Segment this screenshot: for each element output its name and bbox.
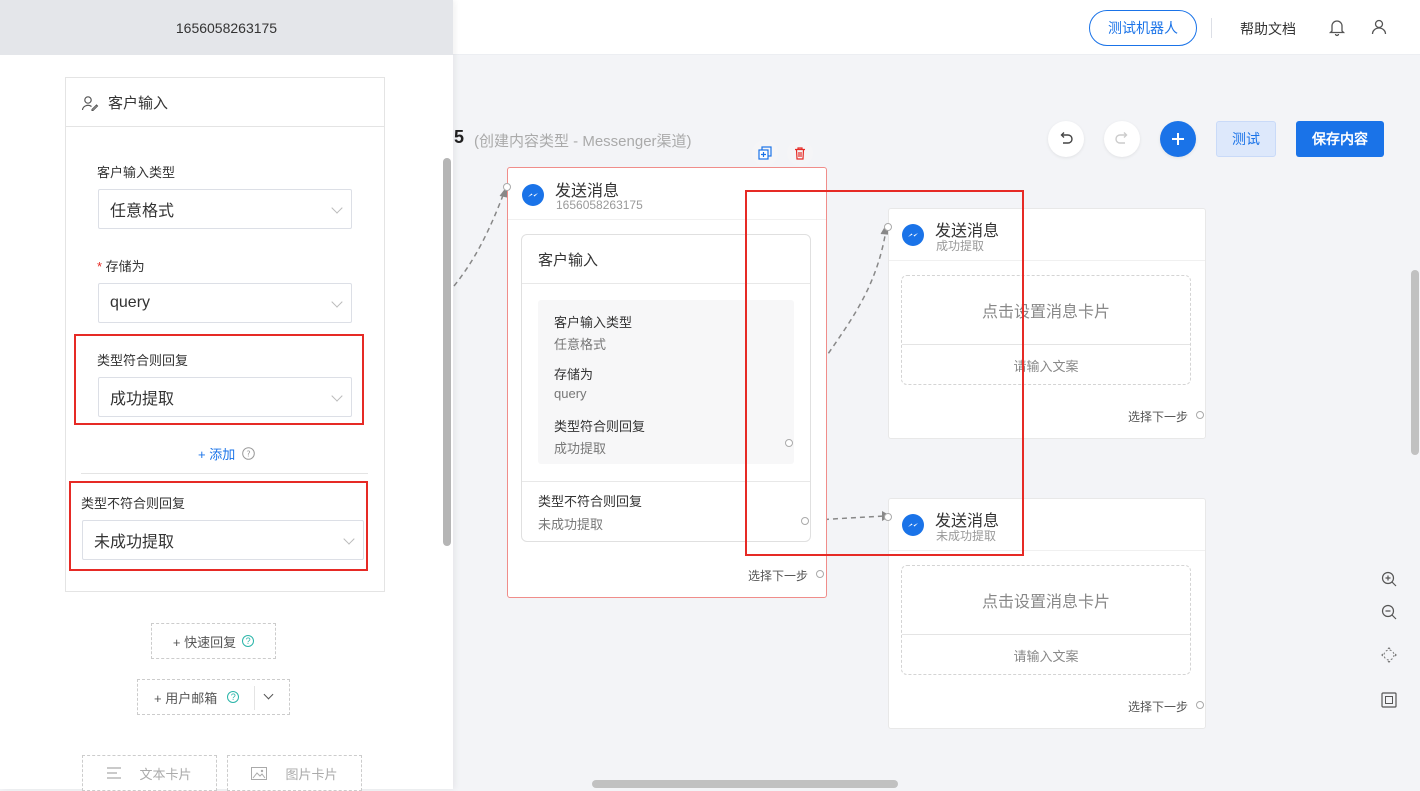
fit-screen-icon <box>1381 692 1397 708</box>
next-step-port[interactable] <box>1196 411 1204 419</box>
help-icon: ? <box>242 447 256 460</box>
plus-icon <box>1172 133 1184 145</box>
copy-node-button[interactable] <box>752 140 778 166</box>
next-step-label[interactable]: 选择下一步 <box>1128 408 1188 425</box>
next-step-port[interactable] <box>816 570 824 578</box>
message-card-slot[interactable]: 点击设置消息卡片 请输入文案 <box>901 565 1191 675</box>
card-header: 客户输入 <box>66 78 384 127</box>
messenger-icon <box>522 184 544 206</box>
redo-icon <box>1115 132 1128 144</box>
image-card-button[interactable]: 图片卡片 <box>227 755 362 791</box>
input-type-select[interactable]: 任意格式 <box>98 189 352 229</box>
next-step-label[interactable]: 选择下一步 <box>748 567 808 584</box>
input-port[interactable] <box>503 183 511 191</box>
zoom-in-button[interactable] <box>1380 570 1398 591</box>
bell-icon[interactable] <box>1327 17 1347 37</box>
store-as-label: * 存储为 <box>97 259 145 274</box>
panel-header-id: 1656058263175 <box>0 0 453 55</box>
undo-icon <box>1060 132 1073 144</box>
summary-type-value: 任意格式 <box>554 337 607 352</box>
store-as-select[interactable]: query <box>98 283 352 323</box>
summary-nomatch-value: 未成功提取 <box>538 517 604 532</box>
summary-match-value: 成功提取 <box>554 441 607 456</box>
help-icon: ? <box>242 635 255 647</box>
summary-nomatch-label: 类型不符合则回复 <box>538 494 643 509</box>
text-card-button[interactable]: 文本卡片 <box>82 755 217 791</box>
canvas-horizontal-scrollbar[interactable] <box>592 780 898 788</box>
highlight-box <box>74 334 364 425</box>
user-input-icon <box>81 96 99 112</box>
fit-screen-button[interactable] <box>1380 691 1398 712</box>
redo-button[interactable] <box>1104 121 1140 157</box>
add-reply-button[interactable]: + 添加 ? <box>198 444 256 463</box>
summary-type-label: 客户输入类型 <box>554 315 633 330</box>
user-email-button[interactable]: + 用户邮箱? <box>137 679 290 715</box>
next-step-label[interactable]: 选择下一步 <box>1128 698 1188 715</box>
chevron-down-icon <box>331 296 343 308</box>
panel-scrollbar[interactable] <box>443 158 451 546</box>
add-node-button[interactable] <box>1160 121 1196 157</box>
delete-node-button[interactable] <box>787 140 813 166</box>
divider <box>254 686 255 710</box>
move-icon <box>1381 647 1397 663</box>
summary-store-value: query <box>554 386 587 401</box>
help-docs-link[interactable]: 帮助文档 <box>1240 19 1296 39</box>
image-icon <box>251 766 268 780</box>
divider <box>1211 18 1212 38</box>
next-step-port[interactable] <box>1196 701 1204 709</box>
divider <box>81 473 368 474</box>
summary-store-label: 存储为 <box>554 367 594 382</box>
set-card-button[interactable]: 点击设置消息卡片 <box>902 566 1190 635</box>
undo-button[interactable] <box>1048 121 1084 157</box>
test-button[interactable]: 测试 <box>1216 121 1276 157</box>
summary-match-label: 类型符合则回复 <box>554 419 646 434</box>
save-content-button[interactable]: 保存内容 <box>1296 121 1384 157</box>
zoom-out-button[interactable] <box>1380 603 1398 624</box>
center-view-button[interactable] <box>1380 646 1398 667</box>
text-input-placeholder[interactable]: 请输入文案 <box>902 635 1190 675</box>
quick-reply-button[interactable]: + 快速回复? <box>151 623 276 659</box>
help-icon: ? <box>227 691 240 703</box>
card-title: 客户输入 <box>108 95 169 112</box>
node-settings-panel: 1656058263175 客户输入 客户输入类型 任意格式 * 存储为 que… <box>0 0 453 791</box>
highlight-box <box>745 190 1024 556</box>
trash-icon <box>795 147 805 160</box>
copy-icon <box>758 146 772 160</box>
chevron-down-icon[interactable] <box>263 689 274 700</box>
zoom-in-icon <box>1381 571 1397 587</box>
svg-text:?: ? <box>247 450 251 459</box>
zoom-out-icon <box>1381 604 1397 620</box>
flow-subtitle: (创建内容类型 - Messenger渠道) <box>474 133 692 150</box>
test-robot-button[interactable]: 测试机器人 <box>1089 10 1197 46</box>
store-as-value: query <box>110 294 151 311</box>
input-type-label: 客户输入类型 <box>97 165 176 180</box>
highlight-box <box>69 481 368 571</box>
node-subtitle: 1656058263175 <box>556 198 643 212</box>
flow-title-number: 5 <box>454 127 465 147</box>
canvas-vertical-scrollbar[interactable] <box>1411 270 1419 455</box>
chevron-down-icon <box>331 202 343 214</box>
user-icon[interactable] <box>1369 17 1389 37</box>
input-type-value: 任意格式 <box>110 203 175 220</box>
text-lines-icon <box>107 767 122 779</box>
